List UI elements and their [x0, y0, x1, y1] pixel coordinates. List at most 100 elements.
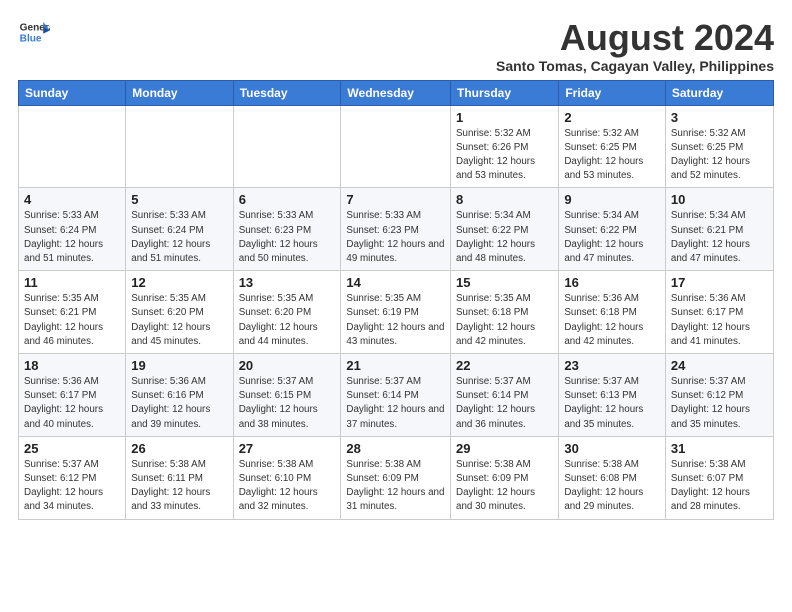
day-info: Sunrise: 5:37 AMSunset: 6:14 PMDaylight:…: [346, 375, 445, 432]
day-number: 6: [239, 192, 336, 207]
month-year-title: August 2024: [496, 18, 774, 58]
calendar-cell: 5Sunrise: 5:33 AMSunset: 6:24 PMDaylight…: [126, 188, 233, 271]
day-number: 11: [24, 275, 120, 290]
day-number: 13: [239, 275, 336, 290]
day-info: Sunrise: 5:37 AMSunset: 6:15 PMDaylight:…: [239, 375, 336, 432]
calendar-cell: 8Sunrise: 5:34 AMSunset: 6:22 PMDaylight…: [451, 188, 559, 271]
calendar-week-1: 1 Sunrise: 5:32 AMSunset: 6:26 PMDaylight…: [19, 105, 774, 188]
calendar-week-4: 18 Sunrise: 5:36 AMSunset: 6:17 PMDayligh…: [19, 354, 774, 437]
day-number: 3: [671, 110, 768, 125]
col-sunday: Sunday: [19, 80, 126, 105]
day-info: Sunrise: 5:33 AMSunset: 6:24 PMDaylight:…: [24, 209, 120, 266]
col-thursday: Thursday: [451, 80, 559, 105]
day-number: 26: [131, 441, 227, 456]
calendar-cell: 26Sunrise: 5:38 AMSunset: 6:11 PMDayligh…: [126, 436, 233, 519]
calendar-cell: [126, 105, 233, 188]
calendar-cell: 23 Sunrise: 5:37 AMSunset: 6:13 PMDayligh…: [559, 354, 666, 437]
calendar-cell: 11 Sunrise: 5:35 AMSunset: 6:21 PMDayligh…: [19, 271, 126, 354]
calendar-cell: 4 Sunrise: 5:33 AMSunset: 6:24 PMDaylight…: [19, 188, 126, 271]
day-info: Sunrise: 5:33 AMSunset: 6:23 PMDaylight:…: [239, 209, 336, 266]
day-info: Sunrise: 5:32 AMSunset: 6:25 PMDaylight:…: [564, 127, 660, 184]
day-info: Sunrise: 5:37 AMSunset: 6:14 PMDaylight:…: [456, 375, 553, 432]
day-number: 2: [564, 110, 660, 125]
calendar-week-5: 25 Sunrise: 5:37 AMSunset: 6:12 PMDayligh…: [19, 436, 774, 519]
calendar-cell: 14Sunrise: 5:35 AMSunset: 6:19 PMDayligh…: [341, 271, 451, 354]
calendar-cell: 16Sunrise: 5:36 AMSunset: 6:18 PMDayligh…: [559, 271, 666, 354]
calendar-cell: 17Sunrise: 5:36 AMSunset: 6:17 PMDayligh…: [665, 271, 773, 354]
day-info: Sunrise: 5:38 AMSunset: 6:10 PMDaylight:…: [239, 458, 336, 515]
calendar-cell: [341, 105, 451, 188]
day-number: 12: [131, 275, 227, 290]
day-info: Sunrise: 5:38 AMSunset: 6:09 PMDaylight:…: [346, 458, 445, 515]
calendar-cell: 13 Sunrise: 5:35 AMSunset: 6:20 PMDayligh…: [233, 271, 341, 354]
col-monday: Monday: [126, 80, 233, 105]
calendar-cell: 3 Sunrise: 5:32 AMSunset: 6:25 PMDaylight…: [665, 105, 773, 188]
day-number: 1: [456, 110, 553, 125]
day-info: Sunrise: 5:36 AMSunset: 6:18 PMDaylight:…: [564, 292, 660, 349]
day-info: Sunrise: 5:35 AMSunset: 6:20 PMDaylight:…: [239, 292, 336, 349]
day-info: Sunrise: 5:34 AMSunset: 6:22 PMDaylight:…: [456, 209, 553, 266]
calendar-cell: 1 Sunrise: 5:32 AMSunset: 6:26 PMDaylight…: [451, 105, 559, 188]
day-number: 23: [564, 358, 660, 373]
day-info: Sunrise: 5:34 AMSunset: 6:21 PMDaylight:…: [671, 209, 768, 266]
calendar-cell: 24 Sunrise: 5:37 AMSunset: 6:12 PMDayligh…: [665, 354, 773, 437]
day-number: 28: [346, 441, 445, 456]
calendar-cell: 15 Sunrise: 5:35 AMSunset: 6:18 PMDayligh…: [451, 271, 559, 354]
col-saturday: Saturday: [665, 80, 773, 105]
day-number: 24: [671, 358, 768, 373]
calendar-week-2: 4 Sunrise: 5:33 AMSunset: 6:24 PMDaylight…: [19, 188, 774, 271]
day-info: Sunrise: 5:38 AMSunset: 6:07 PMDaylight:…: [671, 458, 768, 515]
day-info: Sunrise: 5:35 AMSunset: 6:18 PMDaylight:…: [456, 292, 553, 349]
calendar-table: Sunday Monday Tuesday Wednesday Thursday…: [18, 80, 774, 520]
day-number: 9: [564, 192, 660, 207]
day-info: Sunrise: 5:34 AMSunset: 6:22 PMDaylight:…: [564, 209, 660, 266]
day-info: Sunrise: 5:37 AMSunset: 6:12 PMDaylight:…: [24, 458, 120, 515]
day-info: Sunrise: 5:38 AMSunset: 6:08 PMDaylight:…: [564, 458, 660, 515]
day-info: Sunrise: 5:36 AMSunset: 6:17 PMDaylight:…: [671, 292, 768, 349]
day-number: 25: [24, 441, 120, 456]
calendar-cell: 19Sunrise: 5:36 AMSunset: 6:16 PMDayligh…: [126, 354, 233, 437]
calendar-cell: 12 Sunrise: 5:35 AMSunset: 6:20 PMDayligh…: [126, 271, 233, 354]
calendar-cell: 30Sunrise: 5:38 AMSunset: 6:08 PMDayligh…: [559, 436, 666, 519]
logo: General Blue: [18, 18, 50, 46]
day-number: 15: [456, 275, 553, 290]
calendar-cell: 28 Sunrise: 5:38 AMSunset: 6:09 PMDayligh…: [341, 436, 451, 519]
day-number: 14: [346, 275, 445, 290]
title-area: August 2024 Santo Tomas, Cagayan Valley,…: [496, 18, 774, 74]
calendar-cell: 20 Sunrise: 5:37 AMSunset: 6:15 PMDayligh…: [233, 354, 341, 437]
day-info: Sunrise: 5:38 AMSunset: 6:09 PMDaylight:…: [456, 458, 553, 515]
calendar-cell: 27 Sunrise: 5:38 AMSunset: 6:10 PMDayligh…: [233, 436, 341, 519]
calendar-cell: 31Sunrise: 5:38 AMSunset: 6:07 PMDayligh…: [665, 436, 773, 519]
day-number: 4: [24, 192, 120, 207]
calendar-cell: 7Sunrise: 5:33 AMSunset: 6:23 PMDaylight…: [341, 188, 451, 271]
day-info: Sunrise: 5:35 AMSunset: 6:20 PMDaylight:…: [131, 292, 227, 349]
day-number: 22: [456, 358, 553, 373]
col-wednesday: Wednesday: [341, 80, 451, 105]
day-info: Sunrise: 5:35 AMSunset: 6:21 PMDaylight:…: [24, 292, 120, 349]
day-info: Sunrise: 5:32 AMSunset: 6:25 PMDaylight:…: [671, 127, 768, 184]
calendar-cell: 25 Sunrise: 5:37 AMSunset: 6:12 PMDayligh…: [19, 436, 126, 519]
calendar-cell: 2 Sunrise: 5:32 AMSunset: 6:25 PMDaylight…: [559, 105, 666, 188]
day-info: Sunrise: 5:37 AMSunset: 6:13 PMDaylight:…: [564, 375, 660, 432]
day-number: 19: [131, 358, 227, 373]
calendar-cell: 18 Sunrise: 5:36 AMSunset: 6:17 PMDayligh…: [19, 354, 126, 437]
day-number: 18: [24, 358, 120, 373]
header: General Blue August 2024 Santo Tomas, Ca…: [18, 18, 774, 74]
calendar-cell: 6 Sunrise: 5:33 AMSunset: 6:23 PMDaylight…: [233, 188, 341, 271]
calendar-cell: 22 Sunrise: 5:37 AMSunset: 6:14 PMDayligh…: [451, 354, 559, 437]
day-info: Sunrise: 5:32 AMSunset: 6:26 PMDaylight:…: [456, 127, 553, 184]
day-number: 20: [239, 358, 336, 373]
day-info: Sunrise: 5:36 AMSunset: 6:17 PMDaylight:…: [24, 375, 120, 432]
calendar-cell: [233, 105, 341, 188]
calendar-cell: 10Sunrise: 5:34 AMSunset: 6:21 PMDayligh…: [665, 188, 773, 271]
day-number: 27: [239, 441, 336, 456]
day-info: Sunrise: 5:37 AMSunset: 6:12 PMDaylight:…: [671, 375, 768, 432]
day-info: Sunrise: 5:33 AMSunset: 6:24 PMDaylight:…: [131, 209, 227, 266]
header-row: Sunday Monday Tuesday Wednesday Thursday…: [19, 80, 774, 105]
logo-icon: General Blue: [18, 18, 50, 46]
calendar-cell: [19, 105, 126, 188]
day-number: 7: [346, 192, 445, 207]
day-number: 29: [456, 441, 553, 456]
calendar-cell: 9 Sunrise: 5:34 AMSunset: 6:22 PMDaylight…: [559, 188, 666, 271]
page: General Blue August 2024 Santo Tomas, Ca…: [0, 0, 792, 532]
